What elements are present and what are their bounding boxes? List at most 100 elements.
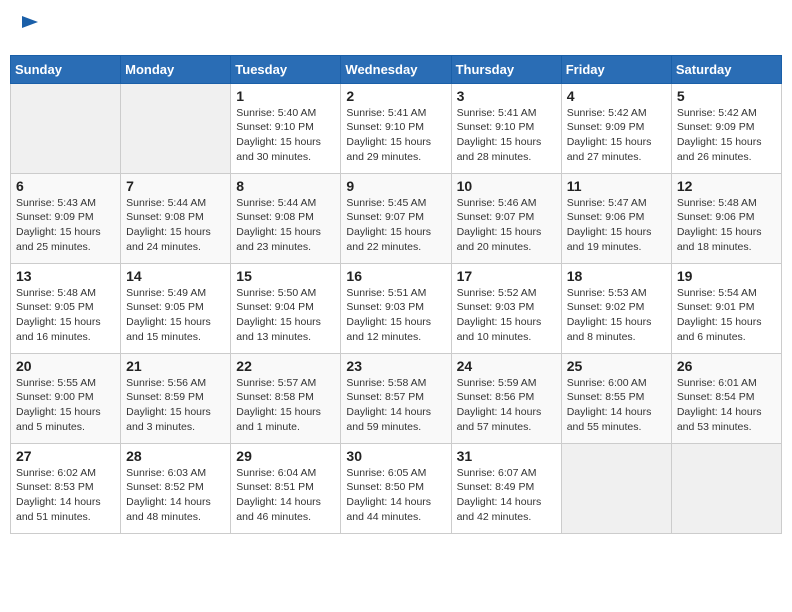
calendar-cell <box>561 443 671 533</box>
calendar-cell: 28 Sunrise: 6:03 AM Sunset: 8:52 PM Dayli… <box>121 443 231 533</box>
logo-text <box>18 14 40 43</box>
calendar-cell: 16 Sunrise: 5:51 AM Sunset: 9:03 PM Dayli… <box>341 263 451 353</box>
day-number: 31 <box>457 448 556 464</box>
day-info: Sunrise: 6:04 AM Sunset: 8:51 PM Dayligh… <box>236 466 335 525</box>
day-number: 3 <box>457 88 556 104</box>
calendar-cell: 13 Sunrise: 5:48 AM Sunset: 9:05 PM Dayli… <box>11 263 121 353</box>
day-number: 1 <box>236 88 335 104</box>
day-info: Sunrise: 5:42 AM Sunset: 9:09 PM Dayligh… <box>677 106 776 165</box>
day-info: Sunrise: 5:58 AM Sunset: 8:57 PM Dayligh… <box>346 376 445 435</box>
day-info: Sunrise: 5:44 AM Sunset: 9:08 PM Dayligh… <box>236 196 335 255</box>
calendar-cell: 22Sunrise: 5:57 AM Sunset: 8:58 PM Dayli… <box>231 353 341 443</box>
calendar-cell: 9 Sunrise: 5:45 AM Sunset: 9:07 PM Daylig… <box>341 173 451 263</box>
calendar-cell <box>11 83 121 173</box>
day-info: Sunrise: 6:00 AM Sunset: 8:55 PM Dayligh… <box>567 376 666 435</box>
day-info: Sunrise: 5:49 AM Sunset: 9:05 PM Dayligh… <box>126 286 225 345</box>
day-number: 28 <box>126 448 225 464</box>
weekday-header-wednesday: Wednesday <box>341 55 451 83</box>
calendar-cell: 24 Sunrise: 5:59 AM Sunset: 8:56 PM Dayli… <box>451 353 561 443</box>
calendar-cell: 8 Sunrise: 5:44 AM Sunset: 9:08 PM Daylig… <box>231 173 341 263</box>
weekday-header-friday: Friday <box>561 55 671 83</box>
day-number: 21 <box>126 358 225 374</box>
day-info: Sunrise: 5:43 AM Sunset: 9:09 PM Dayligh… <box>16 196 115 255</box>
calendar-cell: 5 Sunrise: 5:42 AM Sunset: 9:09 PM Daylig… <box>671 83 781 173</box>
day-number: 6 <box>16 178 115 194</box>
day-info: Sunrise: 5:53 AM Sunset: 9:02 PM Dayligh… <box>567 286 666 345</box>
calendar-cell: 10 Sunrise: 5:46 AM Sunset: 9:07 PM Dayli… <box>451 173 561 263</box>
day-info: Sunrise: 5:55 AM Sunset: 9:00 PM Dayligh… <box>16 376 115 435</box>
calendar-cell: 3 Sunrise: 5:41 AM Sunset: 9:10 PM Daylig… <box>451 83 561 173</box>
day-number: 11 <box>567 178 666 194</box>
day-info: Sunrise: 5:41 AM Sunset: 9:10 PM Dayligh… <box>457 106 556 165</box>
day-info: Sunrise: 5:50 AM Sunset: 9:04 PM Dayligh… <box>236 286 335 345</box>
calendar-week-row: 13 Sunrise: 5:48 AM Sunset: 9:05 PM Dayli… <box>11 263 782 353</box>
day-info: Sunrise: 5:59 AM Sunset: 8:56 PM Dayligh… <box>457 376 556 435</box>
calendar-table: SundayMondayTuesdayWednesdayThursdayFrid… <box>10 55 782 534</box>
calendar-cell: 12 Sunrise: 5:48 AM Sunset: 9:06 PM Dayli… <box>671 173 781 263</box>
day-info: Sunrise: 6:03 AM Sunset: 8:52 PM Dayligh… <box>126 466 225 525</box>
calendar-cell: 30 Sunrise: 6:05 AM Sunset: 8:50 PM Dayli… <box>341 443 451 533</box>
logo <box>18 14 40 43</box>
day-number: 7 <box>126 178 225 194</box>
day-number: 4 <box>567 88 666 104</box>
day-number: 25 <box>567 358 666 374</box>
day-info: Sunrise: 5:52 AM Sunset: 9:03 PM Dayligh… <box>457 286 556 345</box>
day-number: 14 <box>126 268 225 284</box>
day-number: 26 <box>677 358 776 374</box>
day-number: 30 <box>346 448 445 464</box>
weekday-header-row: SundayMondayTuesdayWednesdayThursdayFrid… <box>11 55 782 83</box>
day-info: Sunrise: 5:40 AM Sunset: 9:10 PM Dayligh… <box>236 106 335 165</box>
day-info: Sunrise: 5:47 AM Sunset: 9:06 PM Dayligh… <box>567 196 666 255</box>
calendar-week-row: 27 Sunrise: 6:02 AM Sunset: 8:53 PM Dayli… <box>11 443 782 533</box>
calendar-cell: 23 Sunrise: 5:58 AM Sunset: 8:57 PM Dayli… <box>341 353 451 443</box>
weekday-header-sunday: Sunday <box>11 55 121 83</box>
day-number: 5 <box>677 88 776 104</box>
day-number: 8 <box>236 178 335 194</box>
calendar-cell <box>121 83 231 173</box>
day-number: 29 <box>236 448 335 464</box>
calendar-cell: 27 Sunrise: 6:02 AM Sunset: 8:53 PM Dayli… <box>11 443 121 533</box>
calendar-cell <box>671 443 781 533</box>
calendar-week-row: 1 Sunrise: 5:40 AM Sunset: 9:10 PM Daylig… <box>11 83 782 173</box>
day-info: Sunrise: 5:48 AM Sunset: 9:06 PM Dayligh… <box>677 196 776 255</box>
day-number: 27 <box>16 448 115 464</box>
weekday-header-thursday: Thursday <box>451 55 561 83</box>
day-info: Sunrise: 5:48 AM Sunset: 9:05 PM Dayligh… <box>16 286 115 345</box>
day-info: Sunrise: 6:07 AM Sunset: 8:49 PM Dayligh… <box>457 466 556 525</box>
calendar-cell: 29 Sunrise: 6:04 AM Sunset: 8:51 PM Dayli… <box>231 443 341 533</box>
page-header <box>10 10 782 47</box>
calendar-cell: 20Sunrise: 5:55 AM Sunset: 9:00 PM Dayli… <box>11 353 121 443</box>
day-number: 23 <box>346 358 445 374</box>
day-number: 13 <box>16 268 115 284</box>
day-number: 22 <box>236 358 335 374</box>
calendar-cell: 6 Sunrise: 5:43 AM Sunset: 9:09 PM Daylig… <box>11 173 121 263</box>
day-info: Sunrise: 5:54 AM Sunset: 9:01 PM Dayligh… <box>677 286 776 345</box>
calendar-cell: 17 Sunrise: 5:52 AM Sunset: 9:03 PM Dayli… <box>451 263 561 353</box>
calendar-cell: 14 Sunrise: 5:49 AM Sunset: 9:05 PM Dayli… <box>121 263 231 353</box>
day-info: Sunrise: 6:02 AM Sunset: 8:53 PM Dayligh… <box>16 466 115 525</box>
calendar-cell: 21Sunrise: 5:56 AM Sunset: 8:59 PM Dayli… <box>121 353 231 443</box>
day-number: 17 <box>457 268 556 284</box>
day-info: Sunrise: 5:46 AM Sunset: 9:07 PM Dayligh… <box>457 196 556 255</box>
day-number: 24 <box>457 358 556 374</box>
day-number: 18 <box>567 268 666 284</box>
day-number: 2 <box>346 88 445 104</box>
day-info: Sunrise: 5:51 AM Sunset: 9:03 PM Dayligh… <box>346 286 445 345</box>
day-info: Sunrise: 5:42 AM Sunset: 9:09 PM Dayligh… <box>567 106 666 165</box>
calendar-cell: 1 Sunrise: 5:40 AM Sunset: 9:10 PM Daylig… <box>231 83 341 173</box>
calendar-cell: 7Sunrise: 5:44 AM Sunset: 9:08 PM Daylig… <box>121 173 231 263</box>
day-info: Sunrise: 6:05 AM Sunset: 8:50 PM Dayligh… <box>346 466 445 525</box>
calendar-week-row: 6 Sunrise: 5:43 AM Sunset: 9:09 PM Daylig… <box>11 173 782 263</box>
calendar-cell: 15 Sunrise: 5:50 AM Sunset: 9:04 PM Dayli… <box>231 263 341 353</box>
day-info: Sunrise: 5:45 AM Sunset: 9:07 PM Dayligh… <box>346 196 445 255</box>
calendar-cell: 31 Sunrise: 6:07 AM Sunset: 8:49 PM Dayli… <box>451 443 561 533</box>
day-number: 12 <box>677 178 776 194</box>
day-number: 10 <box>457 178 556 194</box>
calendar-cell: 25 Sunrise: 6:00 AM Sunset: 8:55 PM Dayli… <box>561 353 671 443</box>
calendar-cell: 2Sunrise: 5:41 AM Sunset: 9:10 PM Daylig… <box>341 83 451 173</box>
day-number: 9 <box>346 178 445 194</box>
calendar-week-row: 20Sunrise: 5:55 AM Sunset: 9:00 PM Dayli… <box>11 353 782 443</box>
calendar-cell: 4 Sunrise: 5:42 AM Sunset: 9:09 PM Daylig… <box>561 83 671 173</box>
day-number: 15 <box>236 268 335 284</box>
day-number: 16 <box>346 268 445 284</box>
